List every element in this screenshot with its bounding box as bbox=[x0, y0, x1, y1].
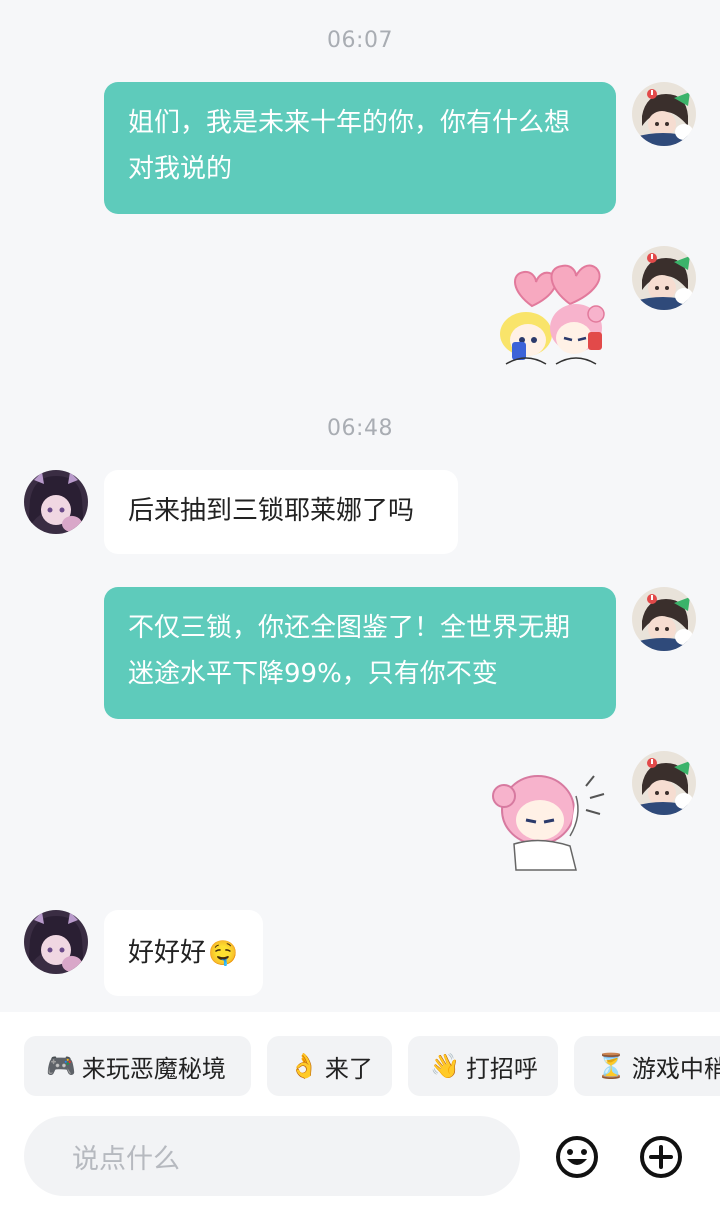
quick-reply-chip[interactable]: 🎮 来玩恶魔秘境 bbox=[24, 1036, 251, 1096]
message-input[interactable]: 说点什么 bbox=[24, 1116, 520, 1196]
sticker-image bbox=[500, 264, 605, 365]
avatar-self[interactable] bbox=[632, 82, 696, 146]
message-bubble-incoming[interactable]: 好好好 🤤 bbox=[104, 910, 263, 996]
sticker-image bbox=[492, 775, 605, 871]
timestamp: 06:48 bbox=[327, 416, 393, 441]
quick-reply-label: 游戏中稍 bbox=[631, 1054, 720, 1083]
avatar-self-image bbox=[632, 246, 696, 310]
ok-hand-icon: 👌 bbox=[289, 1052, 319, 1080]
avatar-self[interactable] bbox=[632, 751, 696, 815]
quick-reply-chip[interactable]: 👋 打招呼 bbox=[408, 1036, 558, 1096]
sticker-hearts-two-girls[interactable] bbox=[492, 256, 622, 376]
hourglass-icon: ⏳ bbox=[596, 1052, 626, 1080]
avatar-self-image bbox=[632, 587, 696, 651]
avatar-self[interactable] bbox=[632, 587, 696, 651]
timestamp: 06:07 bbox=[327, 28, 393, 53]
message-input-placeholder: 说点什么 bbox=[72, 1143, 180, 1175]
avatar-other[interactable] bbox=[24, 910, 88, 974]
quick-reply-label: 来了 bbox=[324, 1054, 373, 1083]
avatar-self[interactable] bbox=[632, 246, 696, 310]
message-bubble-outgoing[interactable]: 不仅三锁，你还全图鉴了！全世界无期迷途水平下降99%，只有你不变 bbox=[104, 587, 616, 719]
drooling-emoji-icon: 🤤 bbox=[208, 939, 238, 967]
quick-reply-label: 打招呼 bbox=[465, 1054, 538, 1083]
quick-reply-chip[interactable]: 👌 来了 bbox=[267, 1036, 392, 1096]
emoji-face-icon[interactable] bbox=[555, 1135, 599, 1179]
plus-circle-icon[interactable] bbox=[639, 1135, 683, 1179]
quick-reply-label: 来玩恶魔秘境 bbox=[81, 1054, 226, 1083]
message-text: 好好好 bbox=[128, 938, 207, 968]
avatar-other-image bbox=[24, 910, 88, 974]
avatar-self-image bbox=[632, 751, 696, 815]
quick-reply-chip[interactable]: ⏳ 游戏中稍 bbox=[574, 1036, 720, 1096]
message-bubble-incoming[interactable]: 后来抽到三锁耶莱娜了吗 bbox=[104, 470, 458, 554]
waving-hand-icon: 👋 bbox=[430, 1052, 460, 1080]
sticker-waving-girl[interactable] bbox=[486, 766, 610, 876]
message-bubble-outgoing[interactable]: 姐们，我是未来十年的你，你有什么想对我说的 bbox=[104, 82, 616, 214]
avatar-other[interactable] bbox=[24, 470, 88, 534]
avatar-other-image bbox=[24, 470, 88, 534]
gamepad-icon: 🎮 bbox=[46, 1052, 76, 1080]
avatar-self-image bbox=[632, 82, 696, 146]
